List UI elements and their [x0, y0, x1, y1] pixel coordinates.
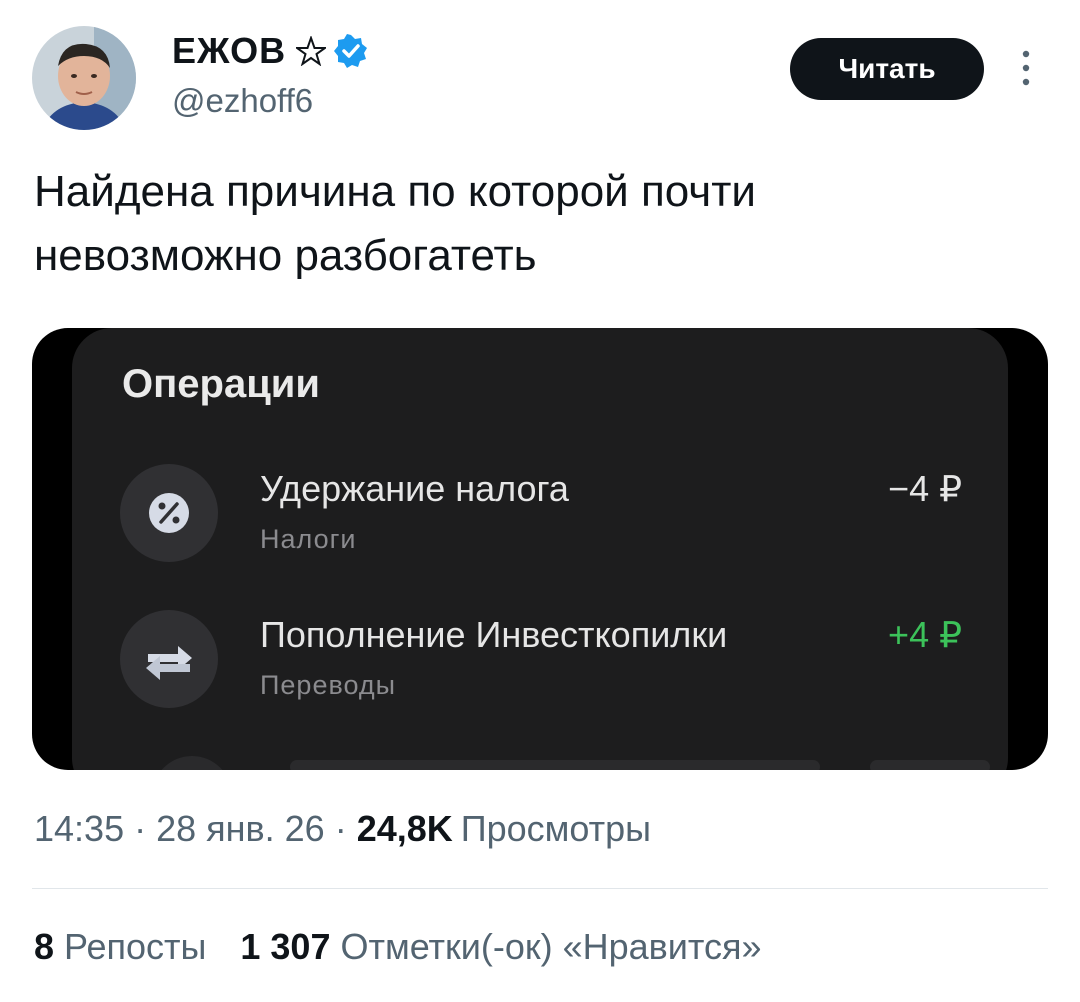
divider — [32, 888, 1048, 889]
operation-row: Удержание налога Налоги −4 ₽ — [32, 464, 1048, 574]
operations-title: Операции — [122, 362, 320, 406]
operation-title: Удержание налога — [260, 468, 569, 509]
author-handle[interactable]: @ezhoff6 — [172, 82, 313, 120]
cropped-operation-title — [290, 760, 820, 770]
tweet-text: Найдена причина по которой почти невозмо… — [34, 160, 994, 288]
operation-amount: +4 ₽ — [888, 614, 962, 655]
more-options-icon[interactable] — [1016, 48, 1036, 88]
percent-icon — [120, 464, 218, 562]
meta-separator: · — [334, 808, 347, 849]
reposts-label[interactable]: Репосты — [64, 926, 206, 968]
operation-amount: −4 ₽ — [888, 468, 962, 509]
pentagram-icon — [296, 36, 327, 66]
cropped-operation-amount — [870, 760, 990, 770]
tweet-meta: 14:35 · 28 янв. 26 · 24,8K Просмотры — [34, 808, 651, 850]
operation-category: Переводы — [260, 670, 397, 700]
author-name-row[interactable]: ЕЖОВ — [172, 30, 368, 72]
tweet-stats: 8 Репосты 1 307 Отметки(-ок) «Нравится» — [34, 926, 762, 968]
verified-badge-icon — [334, 34, 368, 68]
tweet-time[interactable]: 14:35 — [34, 808, 124, 850]
likes-label[interactable]: Отметки(-ок) «Нравится» — [340, 926, 761, 968]
author-display-name[interactable]: ЕЖОВ — [172, 30, 286, 72]
tweet-text-line-2: невозможно разбогатеть — [34, 231, 537, 280]
views-label[interactable]: Просмотры — [461, 808, 651, 850]
transfer-arrows-icon — [120, 610, 218, 708]
operation-category: Налоги — [260, 524, 357, 554]
meta-separator: · — [134, 808, 147, 849]
views-count[interactable]: 24,8K — [357, 808, 453, 850]
tweet-text-line-1: Найдена причина по которой почти — [34, 167, 756, 216]
operation-title: Пополнение Инвесткопилки — [260, 614, 728, 655]
tweet-date[interactable]: 28 янв. 26 — [156, 808, 325, 850]
avatar[interactable] — [32, 26, 136, 130]
tweet-media-image[interactable]: Операции Удержание налога Налоги −4 ₽ По… — [32, 328, 1048, 770]
operation-row: Пополнение Инвесткопилки Переводы +4 ₽ — [32, 610, 1048, 720]
reposts-count[interactable]: 8 — [34, 926, 54, 968]
likes-count[interactable]: 1 307 — [240, 926, 330, 968]
follow-button[interactable]: Читать — [790, 38, 984, 100]
